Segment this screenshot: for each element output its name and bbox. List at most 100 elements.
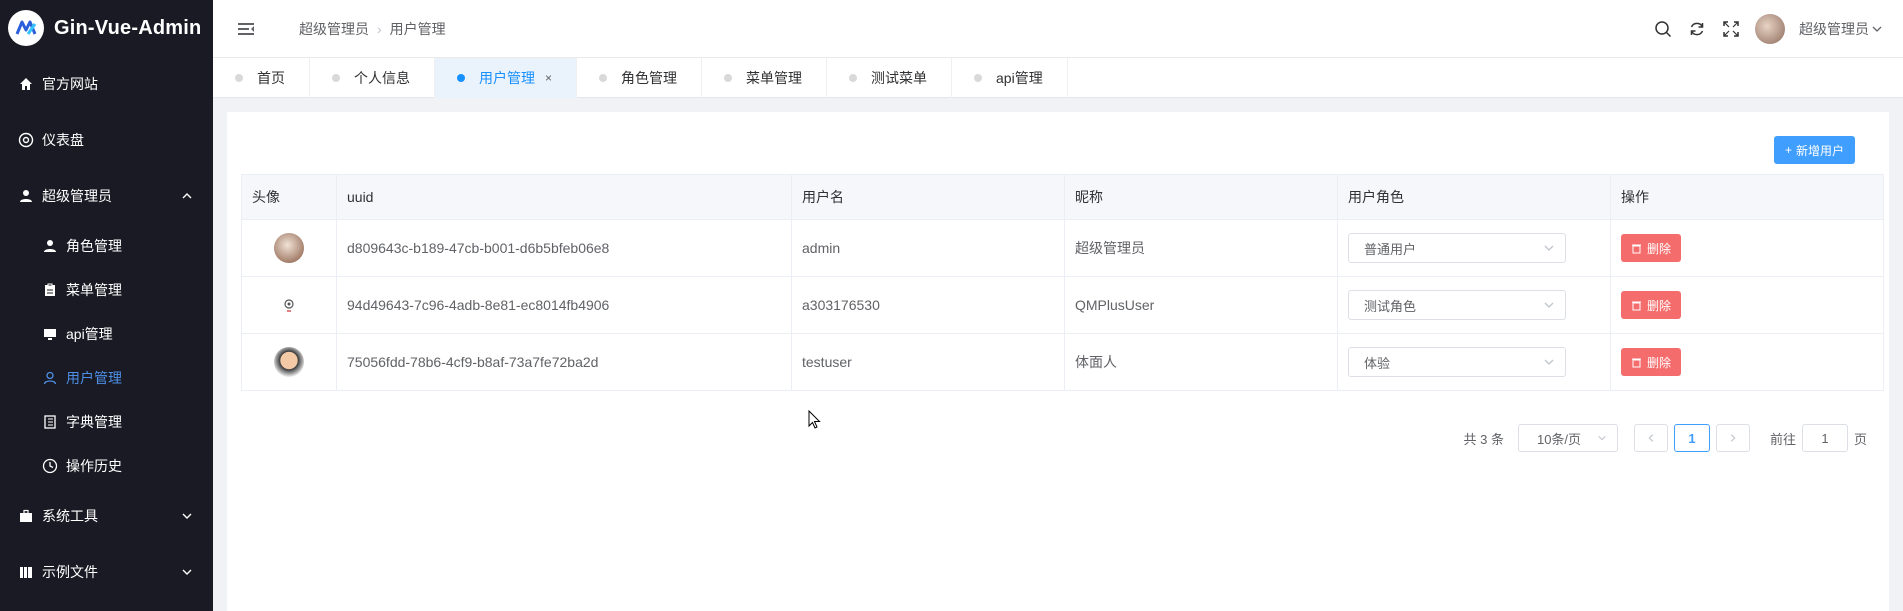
pagination-total: 共 3 条 [1463,431,1504,447]
tab-dot [457,74,465,82]
avatar [274,290,304,320]
table-row: 94d49643-7c96-4adb-8e81-ec8014fb4906 a30… [241,276,1884,334]
column-header: 昵称 [1064,174,1338,220]
action-cell: 删除 [1610,276,1884,334]
delete-button[interactable]: 删除 [1621,291,1682,319]
sidebar-item-system-tools[interactable]: 系统工具 [0,488,213,544]
avatar [274,347,304,377]
tab-home[interactable]: 首页 [213,58,310,98]
role-select[interactable]: 普通用户 [1348,233,1566,263]
tab-role-management[interactable]: 角色管理 [577,58,703,98]
sidebar-item-label: 仪表盘 [42,132,84,148]
chevron-down-icon [1544,302,1554,308]
user-outline-icon [42,370,58,386]
uuid-cell: 94d49643-7c96-4adb-8e81-ec8014fb4906 [336,276,792,334]
next-page-button[interactable] [1715,424,1750,452]
close-icon[interactable]: × [545,71,552,85]
avatar [274,233,304,263]
add-user-label: 新增用户 [1795,143,1844,158]
chevron-down-icon [1544,245,1554,251]
column-header: 用户角色 [1337,174,1611,220]
chevron-down-icon [1544,359,1554,365]
column-header: 头像 [241,174,337,220]
table-header-row: 头像 uuid 用户名 昵称 用户角色 操作 [241,174,1884,220]
table-row: d809643c-b189-47cb-b001-d6b5bfeb06e8 adm… [241,219,1884,277]
add-user-button[interactable]: + 新增用户 [1773,136,1855,164]
sidebar-item-example-files[interactable]: 示例文件 [0,544,213,600]
sidebar-item-label: 超级管理员 [42,188,112,204]
tab-api-management[interactable]: api管理 [952,58,1068,98]
sidebar-item-api-management[interactable]: api管理 [0,312,213,356]
trash-icon [1632,301,1641,310]
sidebar-item-label: 字典管理 [66,414,122,430]
user-avatar[interactable] [1755,14,1785,44]
role-select[interactable]: 测试角色 [1348,290,1566,320]
sidebar-item-official-site[interactable]: 官方网站 [0,56,213,112]
goto-page-input[interactable] [1801,424,1848,452]
search-icon[interactable] [1653,19,1673,39]
uuid-cell: d809643c-b189-47cb-b001-d6b5bfeb06e8 [336,219,792,277]
role-cell: 体验 [1337,333,1611,391]
chevron-down-icon [182,513,192,519]
user-name: 超级管理员 [1799,21,1869,37]
mouse-cursor-icon [808,410,821,429]
app-title: Gin-Vue-Admin [54,16,202,39]
role-select[interactable]: 体验 [1348,347,1566,377]
app-logo-icon [8,10,44,46]
sidebar-item-operation-history[interactable]: 操作历史 [0,444,213,488]
breadcrumb-item[interactable]: 超级管理员 [299,19,369,39]
trash-icon [1632,244,1641,253]
sidebar-item-dashboard[interactable]: 仪表盘 [0,112,213,168]
sidebar-item-role-management[interactable]: 角色管理 [0,224,213,268]
delete-label: 删除 [1647,298,1672,313]
tab-label: 角色管理 [621,70,678,86]
monitor-icon [42,326,58,342]
goto-suffix: 页 [1853,431,1867,447]
chevron-right-icon: › [377,20,382,37]
delete-label: 删除 [1647,355,1672,370]
user-icon [42,238,58,254]
role-select-value: 体验 [1364,355,1391,371]
refresh-icon[interactable] [1687,19,1707,39]
sidebar-item-user-management[interactable]: 用户管理 [0,356,213,400]
table-row: 75056fdd-78b6-4cf9-b8af-73a7fe72ba2d tes… [241,333,1884,391]
chevron-down-icon [182,569,192,575]
menu-toggle-icon[interactable] [237,20,255,38]
tab-menu-management[interactable]: 菜单管理 [702,58,828,98]
user-menu[interactable]: 超级管理员 [1799,19,1883,39]
tab-dot [849,74,858,82]
tab-dot [724,74,733,82]
tab-label: 首页 [257,70,285,86]
username-cell: a303176530 [791,276,1065,334]
tab-profile[interactable]: 个人信息 [310,58,435,98]
prev-page-button[interactable] [1633,424,1668,452]
tab-user-management[interactable]: 用户管理 × [435,58,578,98]
sidebar-item-super-admin[interactable]: 超级管理员 [0,168,213,224]
page-number[interactable]: 1 [1673,424,1710,452]
tab-test-menu[interactable]: 测试菜单 [827,58,953,98]
brand[interactable]: Gin-Vue-Admin [0,0,213,56]
delete-button[interactable]: 删除 [1621,234,1682,262]
sidebar-item-label: 操作历史 [66,458,122,474]
column-header: uuid [336,174,792,220]
uuid-cell: 75056fdd-78b6-4cf9-b8af-73a7fe72ba2d [336,333,792,391]
tab-label: 测试菜单 [871,70,928,86]
page-tabs: 首页 个人信息 用户管理 × 角色管理 菜单管理 测试菜单 api管理 [213,58,1903,98]
delete-label: 删除 [1647,241,1672,256]
sidebar-item-dictionary-management[interactable]: 字典管理 [0,400,213,444]
avatar-cell [241,333,337,391]
fullscreen-icon[interactable] [1721,19,1741,39]
page-size-select[interactable]: 10条/页 [1517,424,1618,452]
home-icon [18,76,34,92]
delete-button[interactable]: 删除 [1621,348,1682,376]
tab-dot [235,74,243,82]
chevron-up-icon [182,193,192,199]
tab-label: 个人信息 [354,70,410,86]
sidebar-item-menu-management[interactable]: 菜单管理 [0,268,213,312]
sidebar-item-label: 系统工具 [42,508,98,524]
goto-prefix: 前往 [1769,431,1796,447]
chevron-down-icon [1872,26,1882,32]
column-header: 操作 [1610,174,1884,220]
action-cell: 删除 [1610,333,1884,391]
sidebar-item-label: 示例文件 [42,564,98,580]
